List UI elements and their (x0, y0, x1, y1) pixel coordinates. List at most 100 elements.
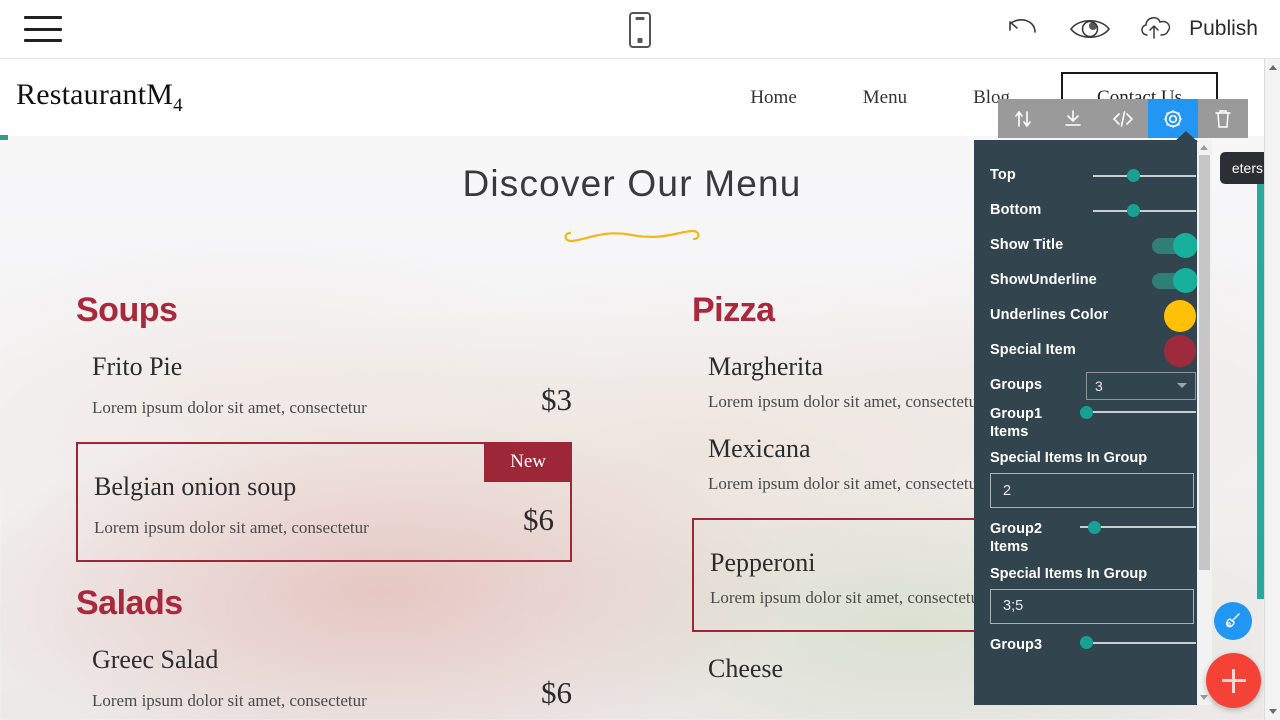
group1-items-slider[interactable] (1080, 403, 1196, 421)
menu-item-description: Lorem ipsum dolor sit amet, consectetur (92, 691, 367, 710)
delete-trash-icon[interactable] (1198, 99, 1248, 138)
hamburger-line (24, 16, 62, 19)
slider-track (1080, 641, 1196, 644)
toggle-knob (1173, 267, 1198, 293)
setting-row-group1-items: Group1 Items (990, 403, 1196, 441)
slider-knob[interactable] (1080, 405, 1093, 419)
download-icon[interactable] (1048, 99, 1098, 138)
window-scrollbar[interactable] (1264, 59, 1280, 720)
menu-item-price: $6 (541, 675, 572, 710)
menu-group-title: Salads (76, 584, 183, 622)
setting-label: Special Items In Group (990, 450, 1148, 467)
groups-select[interactable]: 3 (1086, 371, 1196, 400)
special-item-color-swatch[interactable] (1164, 334, 1196, 367)
underlines-color-swatch[interactable] (1164, 299, 1196, 332)
group3-items-slider[interactable] (1080, 634, 1196, 652)
menu-group-title: Soups (76, 291, 178, 329)
editor-top-bar: Publish (0, 0, 1280, 59)
mobile-preview-icon[interactable] (629, 11, 651, 48)
slider-track (1080, 411, 1196, 413)
menu-column-left: Soups Frito Pie Lorem ipsum dolor sit am… (16, 291, 632, 720)
element-toolbar (998, 99, 1248, 138)
move-updown-icon[interactable] (998, 99, 1048, 138)
group2-special-items-input[interactable] (990, 588, 1194, 624)
settings-popover: Top Bottom Show Title ShowUnderline Unde… (974, 140, 1212, 705)
nav-item-menu[interactable]: Menu (830, 87, 940, 109)
setting-group1-special: Special Items In Group (990, 450, 1196, 509)
site-logo[interactable]: RestaurantM4 (16, 78, 183, 117)
setting-label: Top (990, 167, 1016, 184)
setting-label: Special Item (990, 342, 1076, 359)
slider-knob[interactable] (1126, 169, 1140, 182)
add-block-button[interactable] (1206, 653, 1261, 708)
toggle-knob (1173, 232, 1198, 258)
menu-item[interactable]: Frito Pie Lorem ipsum dolor sit amet, co… (76, 340, 572, 428)
setting-label: Group2 Items (990, 521, 1043, 556)
nav-item-home[interactable]: Home (717, 87, 829, 109)
scroll-up-arrow-icon[interactable] (1200, 145, 1208, 150)
menu-item-price: $6 (523, 502, 554, 537)
show-title-toggle[interactable] (1152, 232, 1198, 258)
hamburger-menu-icon[interactable] (24, 16, 62, 42)
menu-item-name: Frito Pie (92, 352, 183, 381)
setting-row-group2-items: Group2 Items (990, 518, 1196, 556)
setting-label: Show Title (990, 237, 1064, 254)
paint-brush-icon (1226, 613, 1240, 628)
settings-scrollbar-thumb[interactable] (1199, 155, 1210, 570)
menu-item-name: Greec Salad (92, 645, 219, 674)
setting-row-group3-items: Group3 (990, 634, 1196, 669)
menu-item[interactable]: Greec Salad Lorem ipsum dolor sit amet, … (76, 633, 572, 720)
setting-row-special-item: Special Item (990, 333, 1196, 368)
paint-brush-button[interactable] (1214, 602, 1252, 640)
scroll-down-arrow-icon[interactable] (1200, 695, 1208, 700)
setting-label: ShowUnderline (990, 272, 1097, 289)
hamburger-line (24, 39, 62, 42)
topbar-actions: Publish (1001, 8, 1258, 50)
settings-popover-scrollbar[interactable] (1197, 140, 1212, 705)
menu-item-price: $3 (541, 382, 572, 417)
setting-row-show-underline: ShowUnderline (990, 263, 1198, 298)
decorative-underline-icon (564, 229, 700, 243)
menu-item-description: Lorem ipsum dolor sit amet, consectetur (708, 392, 983, 411)
slider-knob[interactable] (1088, 520, 1102, 534)
code-icon[interactable] (1098, 99, 1148, 138)
publish-label: Publish (1189, 17, 1258, 40)
show-underline-toggle[interactable] (1152, 267, 1198, 293)
scroll-down-arrow-icon[interactable] (1269, 709, 1277, 714)
menu-item-row: Lorem ipsum dolor sit amet, consectetur … (94, 502, 554, 538)
bottom-slider[interactable] (1093, 202, 1196, 220)
setting-row-top: Top (990, 158, 1196, 193)
slider-knob[interactable] (1080, 636, 1093, 649)
header-accent-bar (0, 135, 8, 140)
slider-track (1093, 174, 1196, 177)
menu-item-description: Lorem ipsum dolor sit amet, consectetur (708, 474, 983, 493)
hamburger-line (24, 27, 62, 31)
setting-group2-special: Special Items In Group (990, 566, 1196, 624)
setting-label: Special Items In Group (990, 565, 1148, 582)
add-plus-icon (1221, 668, 1246, 693)
settings-popover-arrow (1174, 131, 1198, 142)
setting-row-show-title: Show Title (990, 228, 1198, 263)
setting-row-underlines-color: Underlines Color (990, 298, 1196, 333)
scroll-up-arrow-icon[interactable] (1269, 65, 1277, 70)
menu-item-description: Lorem ipsum dolor sit amet, consectetur (92, 398, 367, 417)
slider-knob[interactable] (1126, 204, 1140, 217)
setting-row-bottom: Bottom (990, 193, 1196, 228)
menu-item-special[interactable]: New Belgian onion soup Lorem ipsum dolor… (76, 442, 572, 562)
group1-special-items-input[interactable] (990, 473, 1194, 509)
publish-button[interactable]: Publish (1137, 12, 1258, 47)
menu-item-description: Lorem ipsum dolor sit amet, consectetur (94, 518, 369, 537)
menu-item-badge: New (484, 442, 572, 482)
site-logo-subscript: 4 (173, 95, 183, 116)
cloud-upload-icon (1137, 12, 1177, 47)
setting-label: Group3 (990, 636, 1043, 653)
setting-label: Groups (990, 377, 1043, 394)
setting-label: Group1 Items (990, 406, 1043, 441)
setting-row-groups: Groups 3 (990, 368, 1196, 403)
top-slider[interactable] (1093, 167, 1196, 185)
eye-preview-icon[interactable] (1069, 8, 1111, 50)
group2-items-slider[interactable] (1080, 518, 1196, 536)
settings-popover-content: Top Bottom Show Title ShowUnderline Unde… (974, 140, 1212, 705)
undo-icon[interactable] (1001, 8, 1043, 50)
canvas-scrollbar-thumb[interactable] (1257, 179, 1264, 599)
